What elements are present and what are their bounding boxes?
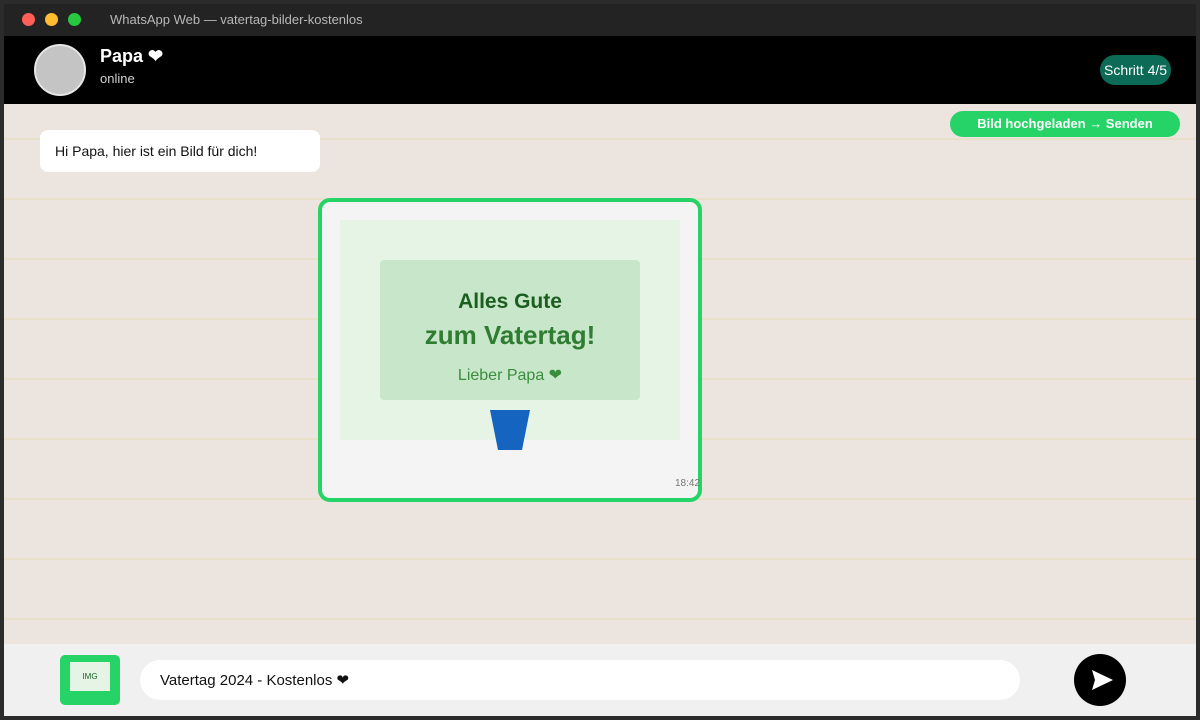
avatar[interactable] [34,44,86,96]
card-headline: zum Vatertag! [424,320,596,350]
chat-area[interactable]: Bild hochgeladen → Senden Hi Papa, hier … [4,104,1196,644]
chat-header: Papa ❤ online Schritt 4/5 [4,36,1196,104]
card-signature: Lieber Papa ❤ [457,367,563,384]
title-bar: WhatsApp Web — vatertag-bilder-kostenlos [4,4,1196,36]
send-button[interactable] [1074,654,1126,706]
contact-name[interactable]: Papa ❤ [100,46,163,67]
window-title: WhatsApp Web — vatertag-bilder-kostenlos [110,12,363,27]
send-icon [1092,670,1113,690]
greeting-card: Alles Gute zum Vatertag! Lieber Papa ❤ [380,260,640,400]
close-window-button[interactable] [22,13,35,26]
attach-image-button[interactable]: IMG [60,655,120,705]
cup-icon [490,410,530,450]
image-thumbnail-icon: IMG [70,662,110,691]
minimize-window-button[interactable] [45,13,58,26]
image-message[interactable]: Alles Gute zum Vatertag! Lieber Papa ❤ 1… [318,198,702,502]
contact-status: online [100,71,135,86]
maximize-window-button[interactable] [68,13,81,26]
app-window: WhatsApp Web — vatertag-bilder-kostenlos… [0,0,1200,720]
message-input[interactable] [140,660,1020,700]
message-timestamp: 18:42 [675,478,701,489]
step-badge: Schritt 4/5 [1100,55,1172,85]
composer-bar: IMG [4,644,1196,716]
incoming-message: Hi Papa, hier ist ein Bild für dich! [40,130,320,172]
card-title-line: Alles Gute [458,290,562,313]
image-preview[interactable]: Alles Gute zum Vatertag! Lieber Papa ❤ [340,220,680,450]
upload-send-button[interactable]: Bild hochgeladen → Senden [950,111,1180,137]
